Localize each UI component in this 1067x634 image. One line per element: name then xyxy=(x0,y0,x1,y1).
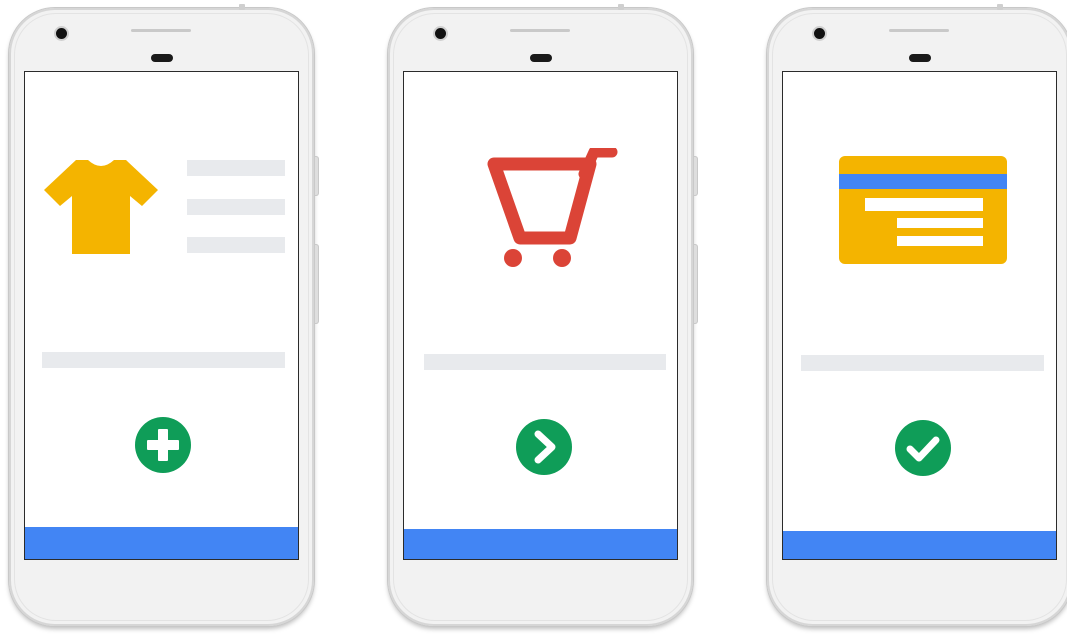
phone-add-item xyxy=(9,4,319,626)
proximity-sensor xyxy=(909,54,931,62)
speaker-grille xyxy=(131,29,191,32)
phone-proceed xyxy=(388,4,698,626)
payment-placeholder-bar xyxy=(801,355,1044,371)
speaker-grille xyxy=(510,29,570,32)
credit-card-icon xyxy=(839,156,1007,264)
proximity-sensor xyxy=(530,54,552,62)
phone-screen xyxy=(403,71,678,560)
phone-notch xyxy=(239,4,245,10)
price-placeholder-bar xyxy=(42,352,285,368)
proceed-button[interactable] xyxy=(516,419,572,475)
bottom-app-bar xyxy=(783,531,1056,559)
chevron-right-icon xyxy=(534,430,556,464)
tshirt-icon xyxy=(44,160,158,254)
speaker-grille xyxy=(889,29,949,32)
detail-line xyxy=(187,237,285,253)
total-placeholder-bar xyxy=(424,354,666,370)
phone-notch xyxy=(997,4,1003,10)
front-camera xyxy=(435,28,446,39)
phone-screen xyxy=(24,71,299,560)
power-button xyxy=(314,156,319,196)
detail-line xyxy=(187,199,285,215)
checkmark-icon xyxy=(906,436,940,462)
phone-confirm-payment xyxy=(767,4,1067,626)
confirm-button[interactable] xyxy=(895,420,951,476)
front-camera xyxy=(814,28,825,39)
power-button xyxy=(693,156,698,196)
phone-screen xyxy=(782,71,1057,560)
bottom-app-bar xyxy=(404,529,677,559)
bottom-app-bar xyxy=(25,527,298,559)
detail-line xyxy=(187,160,285,176)
shopping-cart-icon xyxy=(487,148,618,267)
volume-button xyxy=(693,244,698,324)
plus-icon xyxy=(147,429,179,461)
front-camera xyxy=(56,28,67,39)
proximity-sensor xyxy=(151,54,173,62)
add-to-cart-button[interactable] xyxy=(135,417,191,473)
phone-notch xyxy=(618,4,624,10)
volume-button xyxy=(314,244,319,324)
